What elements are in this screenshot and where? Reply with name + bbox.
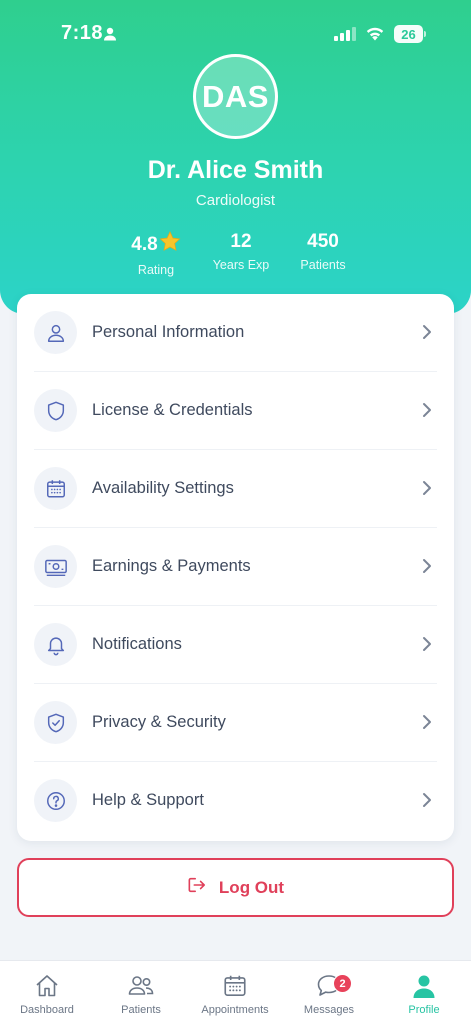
chevron-right-icon — [422, 480, 432, 501]
tab-label: Patients — [121, 1004, 161, 1016]
logout-button[interactable]: Log Out — [17, 858, 454, 917]
logout-icon — [187, 876, 207, 899]
calendar-icon — [188, 973, 282, 999]
menu-item-label: Personal Information — [92, 323, 245, 341]
chat-icon — [282, 973, 376, 999]
battery-tip — [424, 31, 426, 37]
stat-patients-label: Patients — [300, 258, 346, 272]
battery-level: 26 — [394, 25, 423, 43]
battery-indicator: 26 — [394, 25, 426, 43]
menu-item-label: Earnings & Payments — [92, 557, 251, 575]
menu-item-notifications[interactable]: Notifications — [17, 606, 454, 684]
tab-profile[interactable]: Profile — [377, 961, 471, 1024]
menu-item-privacy-security[interactable]: Privacy & Security — [17, 684, 454, 762]
home-icon — [0, 973, 94, 999]
logout-label: Log Out — [218, 877, 285, 897]
chevron-right-icon — [422, 402, 432, 423]
menu-item-availability-settings[interactable]: Availability Settings — [17, 450, 454, 528]
signal-icon — [334, 27, 356, 46]
menu-item-license-credentials[interactable]: License & Credentials — [17, 372, 454, 450]
stat-rating-value: 4.8 — [131, 233, 158, 255]
tab-label: Messages — [303, 1004, 355, 1016]
shield-check-icon — [34, 701, 77, 744]
money-icon — [34, 545, 77, 588]
star-icon — [159, 231, 181, 258]
chevron-right-icon — [422, 324, 432, 345]
tab-dashboard[interactable]: Dashboard — [0, 961, 94, 1024]
messages-badge: 2 — [333, 974, 352, 993]
status-time: 7:18 — [61, 22, 104, 44]
menu-item-label: License & Credentials — [92, 401, 253, 419]
settings-menu: Personal Information License & Credentia… — [17, 294, 454, 841]
doctor-specialty: Cardiologist — [195, 192, 276, 209]
menu-item-label: Notifications — [92, 635, 182, 653]
help-icon — [34, 779, 77, 822]
menu-item-label: Privacy & Security — [92, 713, 226, 731]
tab-messages[interactable]: Messages — [282, 961, 376, 1024]
wifi-icon — [365, 25, 385, 46]
tab-patients[interactable]: Patients — [94, 961, 188, 1024]
chevron-right-icon — [422, 636, 432, 657]
user-icon — [34, 311, 77, 354]
menu-item-earnings-payments[interactable]: Earnings & Payments — [17, 528, 454, 606]
stat-patients: 450 Patients — [273, 231, 373, 272]
users-icon — [94, 973, 188, 999]
bell-icon — [34, 623, 77, 666]
menu-item-label: Help & Support — [92, 791, 204, 809]
person-icon — [103, 27, 117, 46]
stat-patients-value: 450 — [307, 231, 339, 252]
avatar[interactable]: DAS — [193, 54, 278, 139]
tab-label: Dashboard — [20, 1004, 74, 1016]
chevron-right-icon — [422, 714, 432, 735]
tab-label: Appointments — [201, 1004, 269, 1016]
tab-bar: Dashboard Patients Appointments Messages… — [0, 960, 471, 1024]
stat-years-value: 12 — [230, 231, 252, 252]
tab-appointments[interactable]: Appointments — [188, 961, 282, 1024]
menu-item-personal-information[interactable]: Personal Information — [17, 294, 454, 372]
tab-label: Profile — [408, 1004, 440, 1016]
chevron-right-icon — [422, 558, 432, 579]
chevron-right-icon — [422, 792, 432, 813]
calendar-icon — [34, 467, 77, 510]
doctor-name: Dr. Alice Smith — [147, 156, 324, 184]
menu-item-label: Availability Settings — [92, 479, 234, 497]
shield-icon — [34, 389, 77, 432]
profile-icon — [377, 973, 471, 999]
menu-item-help-support[interactable]: Help & Support — [17, 762, 454, 840]
